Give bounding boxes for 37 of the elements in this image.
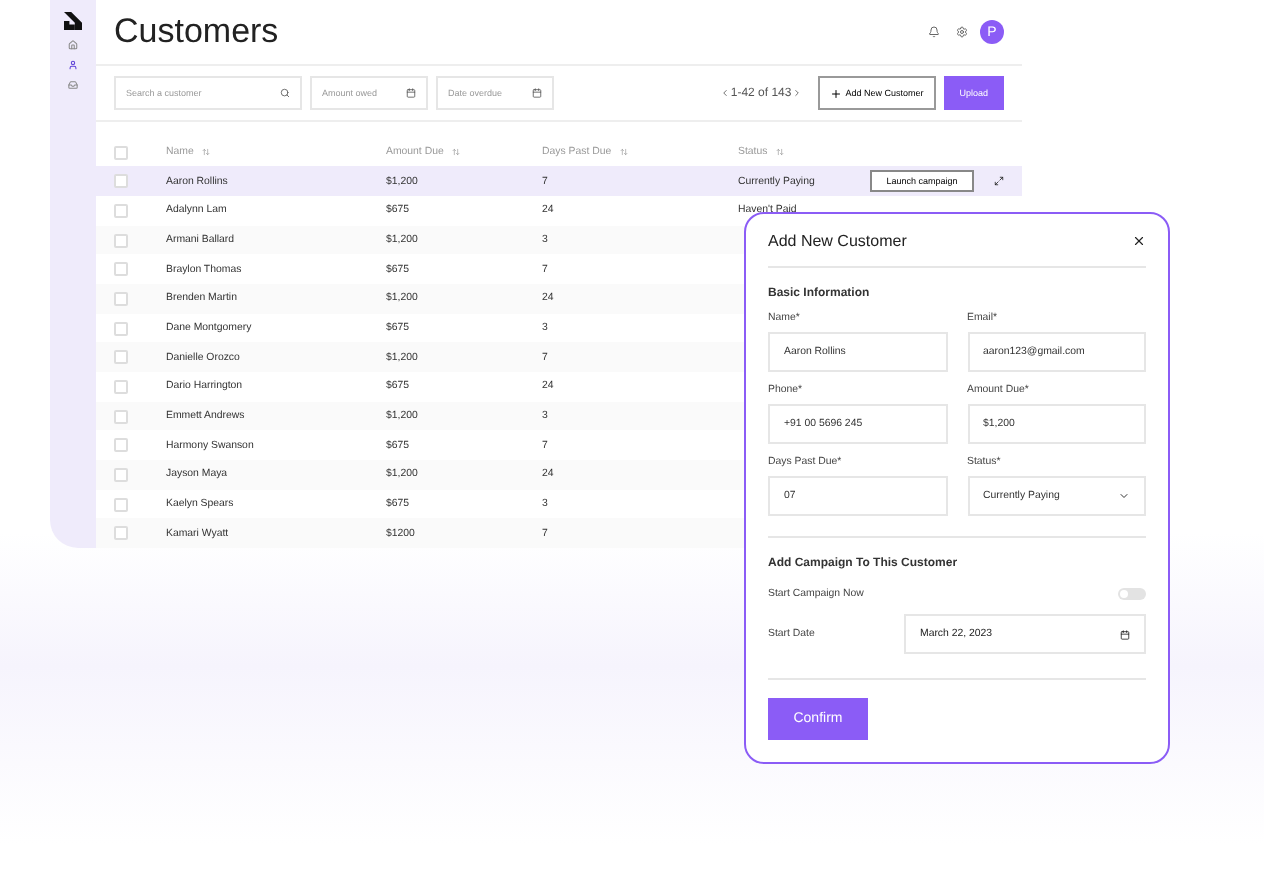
chevron-down-icon bbox=[1118, 490, 1130, 502]
bell-icon[interactable] bbox=[928, 26, 940, 39]
checkbox[interactable] bbox=[114, 145, 128, 160]
home-icon[interactable] bbox=[68, 40, 78, 50]
sort-icon[interactable] bbox=[775, 148, 784, 157]
calendar-icon bbox=[1120, 629, 1130, 639]
sort-icon[interactable] bbox=[451, 148, 460, 157]
calendar-icon bbox=[532, 88, 542, 99]
inbox-icon[interactable] bbox=[68, 80, 78, 90]
toggle-switch[interactable] bbox=[1118, 588, 1146, 600]
checkbox[interactable] bbox=[114, 438, 128, 453]
checkbox[interactable] bbox=[114, 497, 128, 512]
checkbox[interactable] bbox=[114, 467, 128, 482]
expand-icon[interactable] bbox=[994, 176, 1004, 187]
checkbox[interactable] bbox=[114, 203, 128, 218]
logo-icon bbox=[64, 12, 82, 30]
checkbox[interactable] bbox=[114, 379, 128, 394]
checkbox[interactable] bbox=[114, 262, 128, 277]
checkbox[interactable] bbox=[114, 409, 128, 424]
sort-icon[interactable] bbox=[619, 148, 628, 157]
search-icon bbox=[280, 88, 290, 99]
close-icon[interactable] bbox=[1132, 233, 1146, 247]
checkbox[interactable] bbox=[114, 350, 128, 365]
page-title: Customers bbox=[114, 12, 281, 53]
checkbox[interactable] bbox=[114, 321, 128, 336]
settings-icon[interactable] bbox=[956, 26, 968, 39]
next-icon[interactable] bbox=[791, 88, 802, 99]
checkbox[interactable] bbox=[114, 526, 128, 541]
user-icon[interactable] bbox=[68, 60, 78, 70]
calendar-icon bbox=[406, 88, 416, 99]
checkbox[interactable] bbox=[114, 291, 128, 306]
dialog-title: Add New Customer bbox=[768, 231, 907, 249]
sort-icon[interactable] bbox=[201, 148, 210, 157]
plus-icon bbox=[829, 87, 842, 100]
checkbox[interactable] bbox=[114, 174, 128, 189]
checkbox[interactable] bbox=[114, 233, 128, 248]
previous-icon[interactable] bbox=[720, 88, 731, 99]
